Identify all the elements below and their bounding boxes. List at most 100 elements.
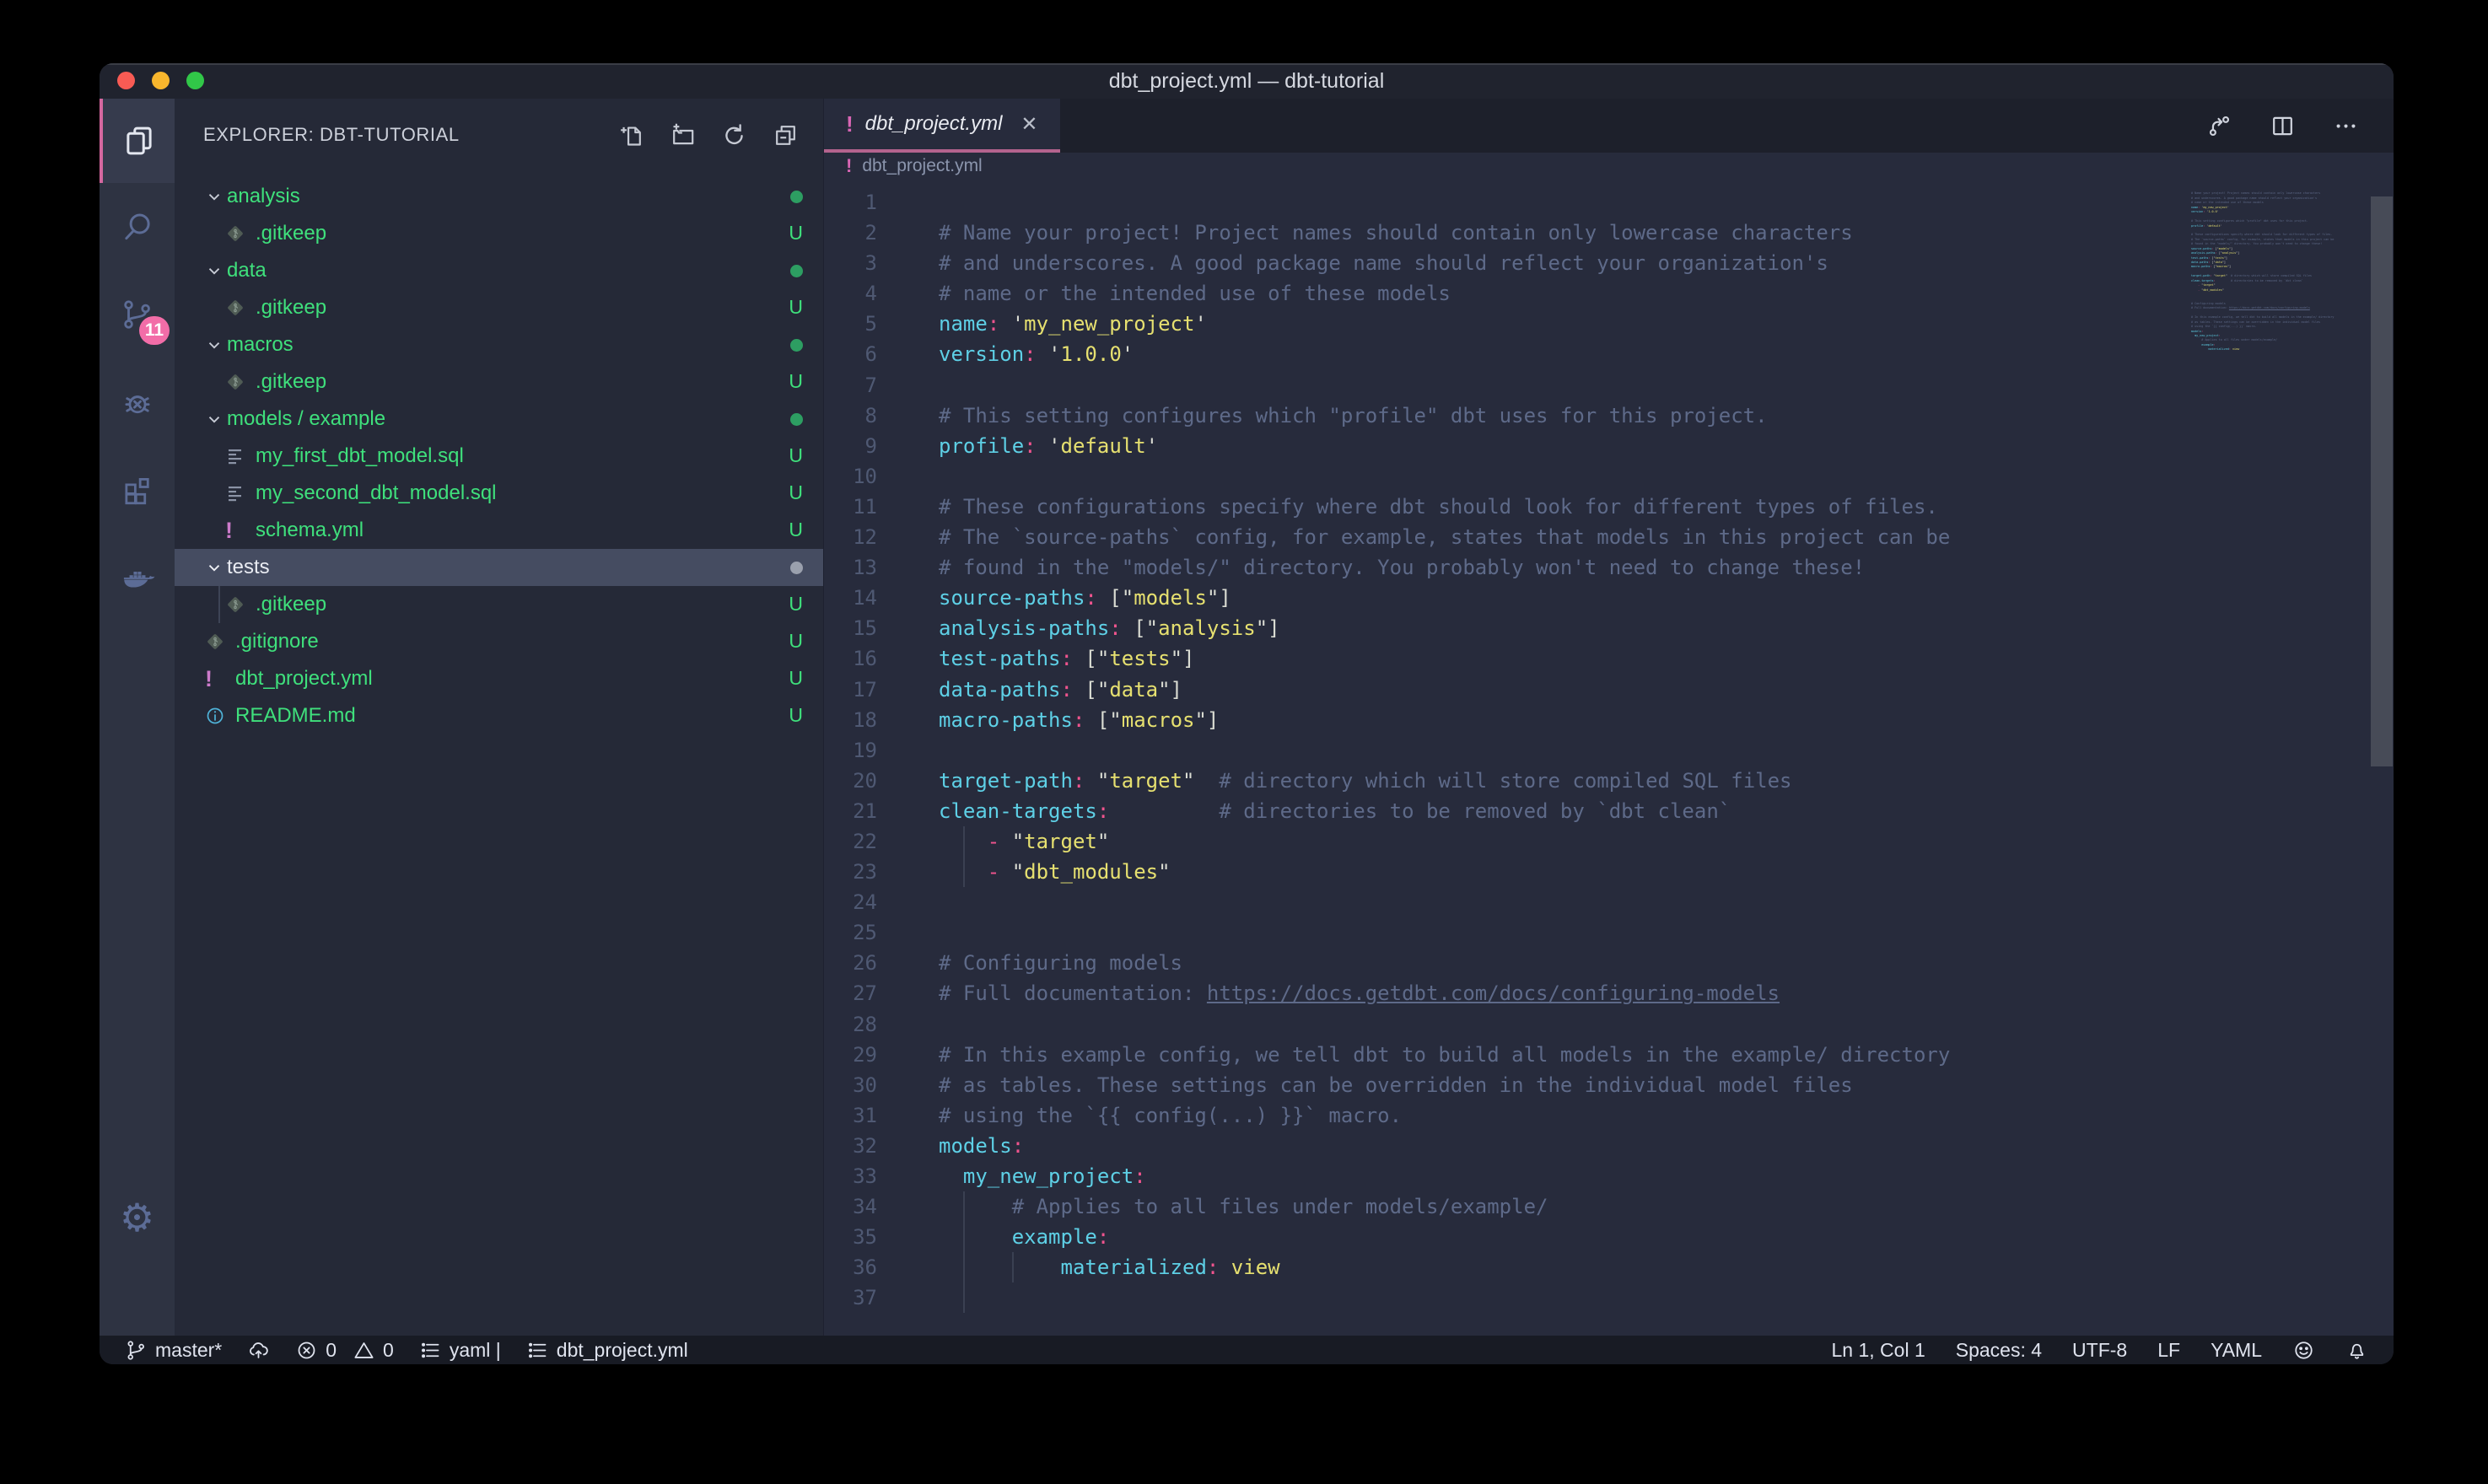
tree-item-my-second-dbt-model-sql[interactable]: my_second_dbt_model.sql U <box>175 475 823 512</box>
language-mode[interactable]: YAML <box>2211 1339 2262 1362</box>
linter-yaml-status[interactable]: yaml | <box>419 1339 501 1362</box>
code-line-32[interactable]: 32 models: <box>824 1131 2394 1161</box>
code-line-22[interactable]: 22 - "target" <box>824 825 2394 858</box>
scrollbar-thumb[interactable] <box>2371 196 2393 766</box>
cursor-position[interactable]: Ln 1, Col 1 <box>1832 1339 1925 1362</box>
tree-item-models-example[interactable]: models / example <box>175 401 823 438</box>
code-line-23[interactable]: 23 - "dbt_modules" <box>824 857 2394 888</box>
problems-status[interactable]: 0 0 <box>295 1339 394 1362</box>
code-line-37[interactable]: 37 <box>824 1282 2394 1314</box>
tree-item-analysis[interactable]: analysis <box>175 178 823 215</box>
tree-item--gitkeep[interactable]: .gitkeep U <box>175 289 823 326</box>
activity-source-control-button[interactable]: 11 <box>100 271 175 358</box>
code-line-6[interactable]: 6 version: '1.0.0' <box>824 339 2394 369</box>
code-line-13[interactable]: 13 # found in the "models/" directory. Yo… <box>824 552 2394 583</box>
tree-item-dbt-project-yml[interactable]: ! dbt_project.yml U <box>175 660 823 697</box>
minimize-traffic-light[interactable] <box>152 72 170 89</box>
git-untracked-badge: U <box>789 667 803 689</box>
tree-item-macros[interactable]: macros <box>175 326 823 363</box>
tree-item--gitkeep[interactable]: .gitkeep U <box>175 586 823 623</box>
code-line-28[interactable]: 28 <box>824 1009 2394 1040</box>
code-line-25[interactable]: 25 <box>824 917 2394 948</box>
code-line-30[interactable]: 30 # as tables. These settings can be ove… <box>824 1070 2394 1100</box>
breadcrumb-file[interactable]: dbt_project.yml <box>862 156 982 176</box>
indent-guide <box>218 586 220 623</box>
tab-dbt-project-yml[interactable]: ! dbt_project.yml ✕ <box>824 99 1060 153</box>
split-editor-icon[interactable] <box>2269 112 2297 140</box>
notifications-bell-icon[interactable] <box>2345 1339 2368 1362</box>
code-line-11[interactable]: 11 # These configurations specify where d… <box>824 492 2394 522</box>
yaml-warning-icon: ! <box>205 665 213 691</box>
activity-explorer-button[interactable] <box>100 99 175 183</box>
linter-file-status[interactable]: dbt_project.yml <box>526 1339 688 1362</box>
git-untracked-badge: U <box>789 704 803 726</box>
code-line-7[interactable]: 7 <box>824 370 2394 401</box>
code-line-3[interactable]: 3 # and underscores. A good package name … <box>824 248 2394 278</box>
code-line-14[interactable]: 14 source-paths: ["models"] <box>824 583 2394 613</box>
list-selection-icon <box>528 1342 547 1358</box>
error-circle-icon <box>298 1342 315 1358</box>
tree-item-data[interactable]: data <box>175 252 823 289</box>
code-line-21[interactable]: 21 clean-targets: # directories to be rem… <box>824 796 2394 826</box>
indentation-setting[interactable]: Spaces: 4 <box>1956 1339 2042 1362</box>
tree-item-schema-yml[interactable]: ! schema.yml U <box>175 512 823 549</box>
tree-item-tests[interactable]: tests <box>175 549 823 586</box>
sync-status[interactable] <box>247 1339 270 1362</box>
new-file-icon[interactable] <box>617 121 645 149</box>
open-changes-icon[interactable] <box>2205 112 2233 140</box>
code-line-35[interactable]: 35 example: <box>824 1222 2394 1253</box>
activity-docker-button[interactable] <box>100 534 175 621</box>
code-line-24[interactable]: 24 <box>824 887 2394 917</box>
title-bar[interactable]: dbt_project.yml — dbt-tutorial <box>100 63 2394 99</box>
files-icon <box>126 126 152 155</box>
code-line-34[interactable]: 34 # Applies to all files under models/e… <box>824 1191 2394 1223</box>
refresh-icon[interactable] <box>720 121 748 149</box>
code-line-8[interactable]: 8 # This setting configures which "profil… <box>824 401 2394 431</box>
git-branch-status[interactable]: master* <box>125 1339 222 1362</box>
code-line-1[interactable]: 1 <box>824 187 2394 218</box>
code-line-29[interactable]: 29 # In this example config, we tell dbt … <box>824 1040 2394 1070</box>
status-bar: master* 0 0 yaml | dbt_project.yml Ln 1,… <box>100 1336 2394 1364</box>
code-line-26[interactable]: 26 # Configuring models <box>824 948 2394 978</box>
code-lines[interactable]: 1 2 # Name your project! Project names sho… <box>824 179 2394 1314</box>
feedback-smiley-icon[interactable] <box>2292 1339 2315 1362</box>
tree-item--gitignore[interactable]: .gitignore U <box>175 623 823 660</box>
code-line-20[interactable]: 20 target-path: "target" # directory whic… <box>824 766 2394 796</box>
code-line-19[interactable]: 19 <box>824 735 2394 766</box>
tree-item-label: my_first_dbt_model.sql <box>256 444 464 467</box>
code-line-27[interactable]: 27 # Full documentation: https://docs.get… <box>824 978 2394 1008</box>
maximize-traffic-light[interactable] <box>186 72 204 89</box>
tree-item-readme-md[interactable]: README.md U <box>175 697 823 734</box>
activity-search-button[interactable] <box>100 183 175 271</box>
activity-extensions-button[interactable] <box>100 446 175 534</box>
code-line-10[interactable]: 10 <box>824 461 2394 492</box>
tree-item--gitkeep[interactable]: .gitkeep U <box>175 215 823 252</box>
collapse-all-icon[interactable] <box>772 121 800 149</box>
code-line-5[interactable]: 5 name: 'my_new_project' <box>824 309 2394 339</box>
new-folder-icon[interactable] <box>669 121 697 149</box>
code-line-12[interactable]: 12 # The `source-paths` config, for examp… <box>824 522 2394 552</box>
eol-setting[interactable]: LF <box>2157 1339 2180 1362</box>
activity-debug-button[interactable] <box>100 358 175 446</box>
tree-item--gitkeep[interactable]: .gitkeep U <box>175 363 823 401</box>
more-actions-icon[interactable] <box>2332 112 2360 140</box>
close-traffic-light[interactable] <box>117 72 135 89</box>
code-editor[interactable]: 1 2 # Name your project! Project names sho… <box>824 179 2394 1336</box>
branch-icon <box>127 1340 144 1360</box>
code-line-2[interactable]: 2 # Name your project! Project names shou… <box>824 218 2394 248</box>
code-line-4[interactable]: 4 # name or the intended use of these mod… <box>824 278 2394 309</box>
code-line-15[interactable]: 15 analysis-paths: ["analysis"] <box>824 613 2394 643</box>
code-line-16[interactable]: 16 test-paths: ["tests"] <box>824 643 2394 674</box>
code-line-33[interactable]: 33 my_new_project: <box>824 1161 2394 1191</box>
code-line-31[interactable]: 31 # using the `{{ config(...) }}` macro. <box>824 1100 2394 1131</box>
code-line-36[interactable]: 36 materialized: view <box>824 1252 2394 1283</box>
tree-item-my-first-dbt-model-sql[interactable]: my_first_dbt_model.sql U <box>175 438 823 475</box>
code-line-9[interactable]: 9 profile: 'default' <box>824 431 2394 461</box>
code-line-17[interactable]: 17 data-paths: ["data"] <box>824 675 2394 705</box>
settings-gear-icon[interactable]: ⚙ <box>100 1174 175 1261</box>
encoding-setting[interactable]: UTF-8 <box>2072 1339 2127 1362</box>
breadcrumb[interactable]: ! dbt_project.yml <box>824 153 2394 179</box>
tab-close-icon[interactable]: ✕ <box>1021 112 1037 137</box>
minimap[interactable]: 12# Name your project! Project names sho… <box>2188 187 2370 357</box>
code-line-18[interactable]: 18 macro-paths: ["macros"] <box>824 705 2394 735</box>
